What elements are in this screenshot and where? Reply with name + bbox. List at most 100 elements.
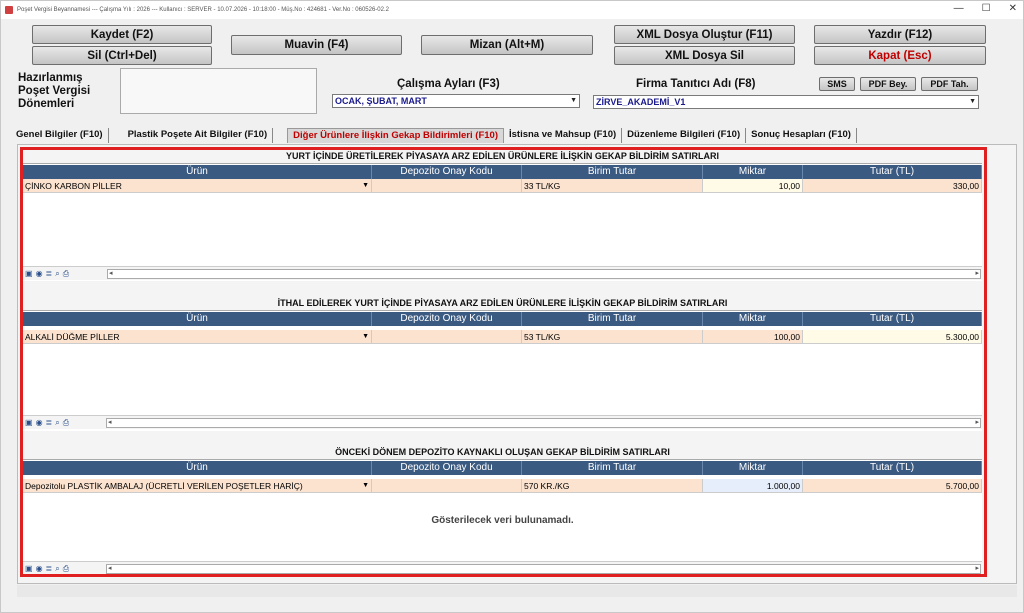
tab-istisna-mahsup[interactable]: İstisna ve Mahsup (F10)	[504, 128, 623, 143]
tab-duzenleme-bilgileri[interactable]: Düzenleme Bilgileri (F10)	[622, 128, 747, 143]
xml-sil-button[interactable]: XML Dosya Sil	[614, 46, 795, 65]
cell-urun[interactable]: ALKALİ DÜĞME PİLLER ▼	[23, 330, 372, 343]
no-data-message: Gösterilecek veri bulunamadı.	[431, 515, 574, 526]
view-icon[interactable]: ◉	[36, 418, 43, 428]
ithal-section: İTHAL EDİLEREK YURT İÇİNDE PİYASAYA ARZ …	[23, 295, 982, 431]
grid-toolbar: ▣ ◉ ≣ ⌕ ⎙ ◂ ▸	[23, 266, 982, 280]
cell-miktar[interactable]: 10,00	[703, 179, 803, 192]
save-icon[interactable]: ▣	[25, 418, 33, 428]
calisma-aylari-value: OCAK, ŞUBAT, MART	[335, 96, 427, 106]
horizontal-scrollbar[interactable]: ◂ ▸	[107, 269, 981, 279]
pdf-bey-button[interactable]: PDF Bey.	[860, 77, 916, 91]
onceki-donem-section: ÖNCEKİ DÖNEM DEPOZİTO KAYNAKLI OLUŞAN GE…	[23, 444, 982, 575]
search-icon[interactable]: ⌕	[55, 269, 59, 279]
cell-urun[interactable]: ÇİNKO KARBON PİLLER ▼	[23, 179, 372, 192]
grid-header: Ürün Depozito Onay Kodu Birim Tutar Mikt…	[23, 312, 982, 326]
section-title: YURT İÇİNDE ÜRETİLEREK PİYASAYA ARZ EDİL…	[23, 148, 982, 164]
col-urun: Ürün	[23, 165, 372, 179]
tab-genel-bilgiler[interactable]: Genel Bilgiler (F10)	[11, 128, 109, 143]
sms-button[interactable]: SMS	[819, 77, 855, 91]
cell-tutar: 330,00	[803, 179, 982, 192]
horizontal-scrollbar[interactable]: ◂ ▸	[106, 564, 981, 574]
col-birim: Birim Tutar	[522, 312, 703, 326]
tab-plastik-posete-ait[interactable]: Plastik Poşete Ait Bilgiler (F10)	[123, 128, 274, 143]
print-icon[interactable]: ⎙	[63, 269, 69, 279]
dropdown-arrow-icon[interactable]: ▼	[362, 330, 369, 343]
grid-body	[23, 193, 982, 250]
search-icon[interactable]: ⌕	[55, 564, 59, 574]
kapat-button[interactable]: Kapat (Esc)	[814, 46, 986, 65]
list-icon[interactable]: ≣	[46, 564, 53, 574]
minimize-button[interactable]: —	[954, 3, 964, 14]
title-bar: Poşet Vergisi Beyannamesi --- Çalışma Yı…	[1, 1, 1023, 19]
col-birim: Birim Tutar	[522, 461, 703, 475]
grid-toolbar: ▣ ◉ ≣ ⌕ ⎙ ◂ ▸	[23, 561, 982, 575]
close-window-button[interactable]: ✕	[1009, 3, 1017, 14]
firma-select[interactable]: ZİRVE_AKADEMİ_V1 ▼	[593, 95, 979, 109]
hazirlanmis-label-3: Dönemleri	[18, 98, 75, 110]
cell-birim: 570 KR./KG	[522, 479, 703, 492]
list-icon[interactable]: ≣	[46, 269, 53, 279]
cell-miktar[interactable]: 1.000,00	[703, 479, 803, 492]
hazirlanmis-label-2: Poşet Vergisi	[18, 85, 91, 97]
col-tutar: Tutar (TL)	[803, 461, 982, 475]
cell-urun[interactable]: Depozitolu PLASTİK AMBALAJ (ÜCRETLİ VERİ…	[23, 479, 372, 492]
view-icon[interactable]: ◉	[36, 269, 43, 279]
cell-miktar[interactable]: 100,00	[703, 330, 803, 343]
tab-diger-urunlere[interactable]: Diğer Ürünlere İlişkin Gekap Bildirimler…	[287, 128, 504, 143]
muavin-button[interactable]: Muavin (F4)	[231, 35, 402, 55]
cell-depozito[interactable]	[372, 330, 522, 343]
col-miktar: Miktar	[703, 312, 803, 326]
dropdown-arrow-icon: ▼	[570, 97, 577, 104]
print-icon[interactable]: ⎙	[63, 564, 69, 574]
maximize-button[interactable]: ☐	[982, 3, 991, 14]
calisma-aylari-label: Çalışma Ayları (F3)	[397, 78, 500, 90]
search-icon[interactable]: ⌕	[55, 418, 59, 428]
col-tutar: Tutar (TL)	[803, 312, 982, 326]
list-icon[interactable]: ≣	[46, 418, 53, 428]
hazirlanmis-label-1: Hazırlanmış	[18, 72, 83, 84]
yazdir-button[interactable]: Yazdır (F12)	[814, 25, 986, 44]
cell-depozito[interactable]	[372, 179, 522, 192]
section-title: ÖNCEKİ DÖNEM DEPOZİTO KAYNAKLI OLUŞAN GE…	[23, 444, 982, 460]
table-row[interactable]: ALKALİ DÜĞME PİLLER ▼ 53 TL/KG 100,00 5.3…	[23, 330, 982, 344]
bottom-scroll-area	[17, 585, 1017, 597]
sil-button[interactable]: Sil (Ctrl+Del)	[32, 46, 212, 65]
cell-depozito[interactable]	[372, 479, 522, 492]
col-miktar: Miktar	[703, 165, 803, 179]
app-window: Poşet Vergisi Beyannamesi --- Çalışma Yı…	[0, 0, 1024, 613]
tab-bar: Genel Bilgiler (F10) Plastik Poşete Ait …	[11, 127, 857, 143]
cell-birim: 33 TL/KG	[522, 179, 703, 192]
col-tutar: Tutar (TL)	[803, 165, 982, 179]
save-icon[interactable]: ▣	[25, 269, 33, 279]
col-miktar: Miktar	[703, 461, 803, 475]
dropdown-arrow-icon[interactable]: ▼	[362, 179, 369, 192]
grid-body	[23, 344, 982, 413]
grid-header: Ürün Depozito Onay Kodu Birim Tutar Mikt…	[23, 165, 982, 179]
cell-tutar: 5.300,00	[803, 330, 982, 343]
save-icon[interactable]: ▣	[25, 564, 33, 574]
print-icon[interactable]: ⎙	[63, 418, 69, 428]
tab-sonuc-hesaplari[interactable]: Sonuç Hesapları (F10)	[746, 128, 857, 143]
cell-birim: 53 TL/KG	[522, 330, 703, 343]
col-birim: Birim Tutar	[522, 165, 703, 179]
yurt-ici-section: YURT İÇİNDE ÜRETİLEREK PİYASAYA ARZ EDİL…	[23, 148, 982, 281]
kaydet-button[interactable]: Kaydet (F2)	[32, 25, 212, 44]
dropdown-arrow-icon[interactable]: ▼	[362, 479, 369, 492]
horizontal-scrollbar[interactable]: ◂ ▸	[106, 418, 981, 428]
section-title: İTHAL EDİLEREK YURT İÇİNDE PİYASAYA ARZ …	[23, 295, 982, 311]
view-icon[interactable]: ◉	[36, 564, 43, 574]
xml-olustur-button[interactable]: XML Dosya Oluştur (F11)	[614, 25, 795, 44]
col-depozito: Depozito Onay Kodu	[372, 312, 522, 326]
mizan-button[interactable]: Mizan (Alt+M)	[421, 35, 593, 55]
col-urun: Ürün	[23, 461, 372, 475]
table-row[interactable]: Depozitolu PLASTİK AMBALAJ (ÜCRETLİ VERİ…	[23, 479, 982, 493]
donemler-list[interactable]	[120, 68, 317, 114]
window-title: Poşet Vergisi Beyannamesi --- Çalışma Yı…	[17, 7, 389, 13]
grid-header: Ürün Depozito Onay Kodu Birim Tutar Mikt…	[23, 461, 982, 475]
grid-toolbar: ▣ ◉ ≣ ⌕ ⎙ ◂ ▸	[23, 415, 982, 429]
pdf-tah-button[interactable]: PDF Tah.	[921, 77, 978, 91]
col-depozito: Depozito Onay Kodu	[372, 461, 522, 475]
calisma-aylari-select[interactable]: OCAK, ŞUBAT, MART ▼	[332, 94, 580, 108]
table-row[interactable]: ÇİNKO KARBON PİLLER ▼ 33 TL/KG 10,00 330,…	[23, 179, 982, 193]
